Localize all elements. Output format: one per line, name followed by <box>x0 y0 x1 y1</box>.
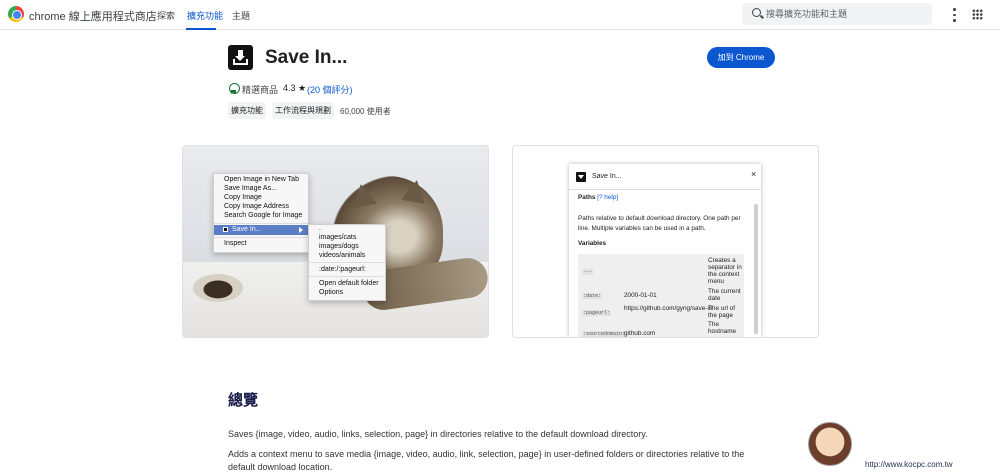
watermark-url: http://www.kocpc.com.tw <box>865 460 953 469</box>
site-watermark: 電腦王阿達 http://www.kocpc.com.tw <box>808 418 1000 476</box>
context-submenu: . images/cats images/dogs videos/animals… <box>308 224 386 301</box>
popup-divider <box>569 189 761 190</box>
tab-themes[interactable]: 主題 <box>232 9 250 22</box>
variable-example: https://github.com/gyng/save-in <box>624 305 713 312</box>
featured-badge-icon <box>229 83 240 94</box>
variable-desc: hostname <box>708 328 737 335</box>
reviews-link[interactable]: (20 個評分) <box>307 83 353 96</box>
search-input[interactable] <box>766 5 926 23</box>
menu-separator <box>309 276 385 277</box>
variable-example: 2000-01-01 <box>624 292 657 299</box>
top-header: chrome 線上應用程式商店 探索 擴充功能 主題 <box>0 0 1000 30</box>
screenshot-options-popup[interactable]: Save In... × Paths [? help] Paths relati… <box>513 146 818 337</box>
variable-code: :sourcedomain: <box>582 331 627 337</box>
menu-separator <box>214 223 308 224</box>
variables-heading: Variables <box>578 240 607 247</box>
tab-discover[interactable]: 探索 <box>157 9 175 22</box>
variable-desc: The <box>708 321 720 328</box>
screenshot-context-menu[interactable]: Open Image in New Tab Save Image As... C… <box>183 146 488 337</box>
variables-table: --- Creates a separator in the context m… <box>578 254 744 337</box>
submenu-item: :date:/:pageurl: <box>319 266 366 273</box>
overview-paragraph: Saves {image, video, audio, links, selec… <box>228 429 648 439</box>
submenu-item: images/cats <box>319 234 357 241</box>
save-in-icon <box>223 227 228 232</box>
close-icon: × <box>751 169 757 179</box>
search-box[interactable] <box>742 3 932 25</box>
menu-separator <box>309 262 385 263</box>
submenu-arrow-icon <box>299 227 303 233</box>
paths-heading: Paths <box>578 194 596 201</box>
extension-title: Save In... <box>265 47 348 68</box>
menu-item: Save Image As... <box>224 185 277 192</box>
variable-example: github.com <box>624 330 656 337</box>
variable-desc: Creates a <box>708 257 736 264</box>
paths-description: line. Multiple variables can be used in … <box>578 225 706 232</box>
cat-ear <box>401 178 429 204</box>
user-count: 60,000 使用者 <box>340 107 391 116</box>
variable-desc: date <box>708 295 721 302</box>
variable-desc: The url of <box>708 305 735 312</box>
overview-paragraph: Adds a context menu to save media {image… <box>228 449 745 472</box>
submenu-item: . <box>319 225 321 232</box>
variable-code: :pageurl: <box>582 310 612 316</box>
active-tab-indicator <box>186 28 216 30</box>
menu-item-selected: Save In... <box>214 225 308 235</box>
popup-title: Save In... <box>592 173 622 180</box>
menu-item: Open Image in New Tab <box>224 176 299 183</box>
submenu-item: Open default folder <box>319 280 379 287</box>
overview-title: 總覽 <box>228 392 259 409</box>
popup-scrollbar <box>754 204 758 334</box>
chrome-web-store-logo-icon[interactable] <box>8 6 24 22</box>
submenu-item: videos/animals <box>319 252 366 259</box>
variable-desc: separator in <box>708 264 742 271</box>
menu-item: Copy Image Address <box>224 203 289 210</box>
menu-item: Search Google for Image <box>224 212 303 219</box>
menu-item-label: Save In... <box>232 226 262 233</box>
tab-extensions[interactable]: 擴充功能 <box>187 9 223 22</box>
chip-workflow-planning[interactable]: 工作流程與規劃 <box>272 102 334 119</box>
cat-paw <box>193 274 243 302</box>
menu-item: Copy Image <box>224 194 262 201</box>
variable-code: :date: <box>582 293 603 299</box>
search-icon[interactable] <box>752 8 761 17</box>
variable-desc: menu <box>708 278 724 285</box>
extension-download-icon <box>228 45 253 70</box>
variable-desc: the page <box>708 312 733 319</box>
add-to-chrome-button[interactable]: 加到 Chrome <box>707 47 775 68</box>
options-popup: Save In... × Paths [? help] Paths relati… <box>569 164 761 337</box>
variable-code: --- <box>582 269 594 275</box>
variable-desc: the context <box>708 271 740 278</box>
featured-label[interactable]: 精選商品 <box>242 83 278 96</box>
rating-value: 4.3 ★ <box>283 83 307 93</box>
google-apps-grid-icon[interactable] <box>972 9 983 20</box>
watermark-text: 電腦王阿達 <box>852 430 972 457</box>
chip-extensions[interactable]: 擴充功能 <box>228 102 266 119</box>
menu-separator <box>214 237 308 238</box>
menu-item: Inspect <box>224 240 247 247</box>
paths-description: Paths relative to default download direc… <box>578 215 741 222</box>
context-menu: Open Image in New Tab Save Image As... C… <box>213 173 309 253</box>
more-options-icon[interactable] <box>949 7 959 23</box>
variable-desc: The current <box>708 288 741 295</box>
extension-download-icon <box>576 172 586 182</box>
paths-help-link: [? help] <box>597 194 619 201</box>
submenu-item: images/dogs <box>319 243 359 250</box>
store-brand-title[interactable]: chrome 線上應用程式商店 <box>29 8 157 24</box>
submenu-item: Options <box>319 289 344 296</box>
mascot-face-icon <box>808 422 852 466</box>
